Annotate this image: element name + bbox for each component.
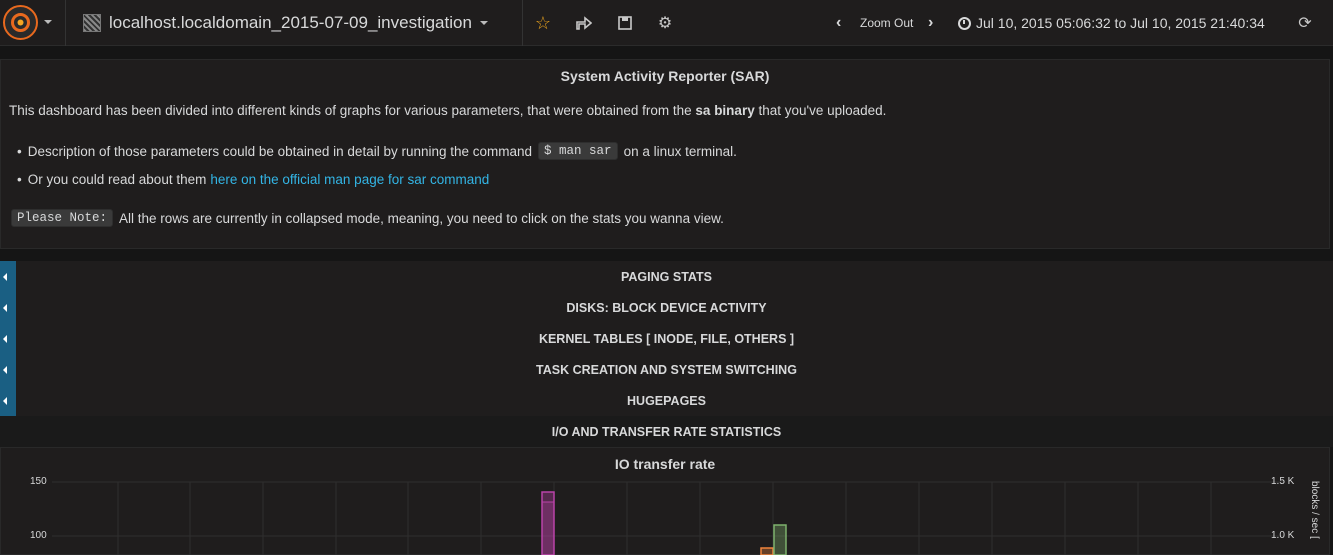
inline-code: $ man sar xyxy=(538,142,618,160)
note-code: Please Note: xyxy=(11,209,114,227)
dashboard-grid-icon xyxy=(83,14,101,32)
y-axis-right-tick: 1.0 K xyxy=(1271,530,1295,541)
save-icon[interactable] xyxy=(615,13,635,33)
intro-text: This dashboard has been divided into dif… xyxy=(9,103,692,118)
intro-bold: sa binary xyxy=(695,103,755,118)
row-io-transfer[interactable]: I/O AND TRANSFER RATE STATISTICS xyxy=(0,416,1333,447)
row-title[interactable]: TASK CREATION AND SYSTEM SWITCHING xyxy=(0,363,1333,377)
row-disks[interactable]: DISKS: BLOCK DEVICE ACTIVITY xyxy=(0,292,1333,323)
y-axis-tick: 150 xyxy=(30,476,47,487)
series-bar xyxy=(760,547,774,555)
row-title[interactable]: HUGEPAGES xyxy=(0,394,1333,408)
chevron-left-icon[interactable]: ‹ xyxy=(836,14,841,32)
divider xyxy=(522,0,523,46)
y-axis-right-tick: 1.5 K xyxy=(1271,476,1295,487)
logo-menu[interactable] xyxy=(0,0,66,46)
intro-paragraph: This dashboard has been divided into dif… xyxy=(9,103,886,118)
time-picker[interactable]: Jul 10, 2015 05:06:32 to Jul 10, 2015 21… xyxy=(958,15,1265,31)
note-line: Please Note: All the rows are currently … xyxy=(11,209,724,227)
top-navbar: localhost.localdomain_2015-07-09_investi… xyxy=(0,0,1333,46)
refresh-icon[interactable]: ⟳ xyxy=(1295,13,1315,33)
dashboard-picker[interactable]: localhost.localdomain_2015-07-09_investi… xyxy=(83,12,488,34)
row-title[interactable]: PAGING STATS xyxy=(0,270,1333,284)
y-axis-tick: 100 xyxy=(30,530,47,541)
row-title[interactable]: KERNEL TABLES [ INODE, FILE, OTHERS ] xyxy=(0,332,1333,346)
man-page-link[interactable]: here on the official man page for sar co… xyxy=(210,172,489,187)
series-bar xyxy=(541,501,555,555)
row-kernel-tables[interactable]: KERNEL TABLES [ INODE, FILE, OTHERS ] xyxy=(0,323,1333,354)
share-icon[interactable] xyxy=(574,13,594,33)
intro-text-end: that you've uploaded. xyxy=(758,103,887,118)
text-panel: System Activity Reporter (SAR) This dash… xyxy=(0,59,1330,249)
y-axis-right-label: blocks / sec [ xyxy=(1309,481,1320,539)
chevron-right-icon[interactable]: › xyxy=(928,14,933,32)
panel-title[interactable]: System Activity Reporter (SAR) xyxy=(1,68,1329,84)
bullet-text: Or you could read about them xyxy=(27,172,207,187)
series-bar xyxy=(773,524,787,555)
list-item: Description of those parameters could be… xyxy=(17,142,737,160)
clock-icon xyxy=(958,16,971,30)
caret-down-icon[interactable] xyxy=(479,21,488,25)
note-text: All the rows are currently in collapsed … xyxy=(119,210,724,226)
row-hugepages[interactable]: HUGEPAGES xyxy=(0,385,1333,416)
star-icon[interactable]: ☆ xyxy=(533,13,553,33)
settings-icon[interactable]: ⚙ xyxy=(655,13,675,33)
bullet-text: Description of those parameters could be… xyxy=(27,143,533,159)
row-title[interactable]: DISKS: BLOCK DEVICE ACTIVITY xyxy=(0,301,1333,315)
row-title[interactable]: I/O AND TRANSFER RATE STATISTICS xyxy=(0,425,1333,439)
bullet-text-end: on a linux terminal. xyxy=(623,143,737,159)
row-paging-stats[interactable]: PAGING STATS xyxy=(0,261,1333,292)
zoom-out-button[interactable]: Zoom Out xyxy=(860,16,913,30)
row-task-creation[interactable]: TASK CREATION AND SYSTEM SWITCHING xyxy=(0,354,1333,385)
io-graph-canvas[interactable] xyxy=(0,447,1333,555)
time-range-label[interactable]: Jul 10, 2015 05:06:32 to Jul 10, 2015 21… xyxy=(976,15,1265,31)
grafana-logo-icon[interactable] xyxy=(3,5,38,40)
list-item: Or you could read about them here on the… xyxy=(17,172,490,187)
dashboard-title[interactable]: localhost.localdomain_2015-07-09_investi… xyxy=(109,13,472,33)
caret-down-icon[interactable] xyxy=(44,20,52,24)
